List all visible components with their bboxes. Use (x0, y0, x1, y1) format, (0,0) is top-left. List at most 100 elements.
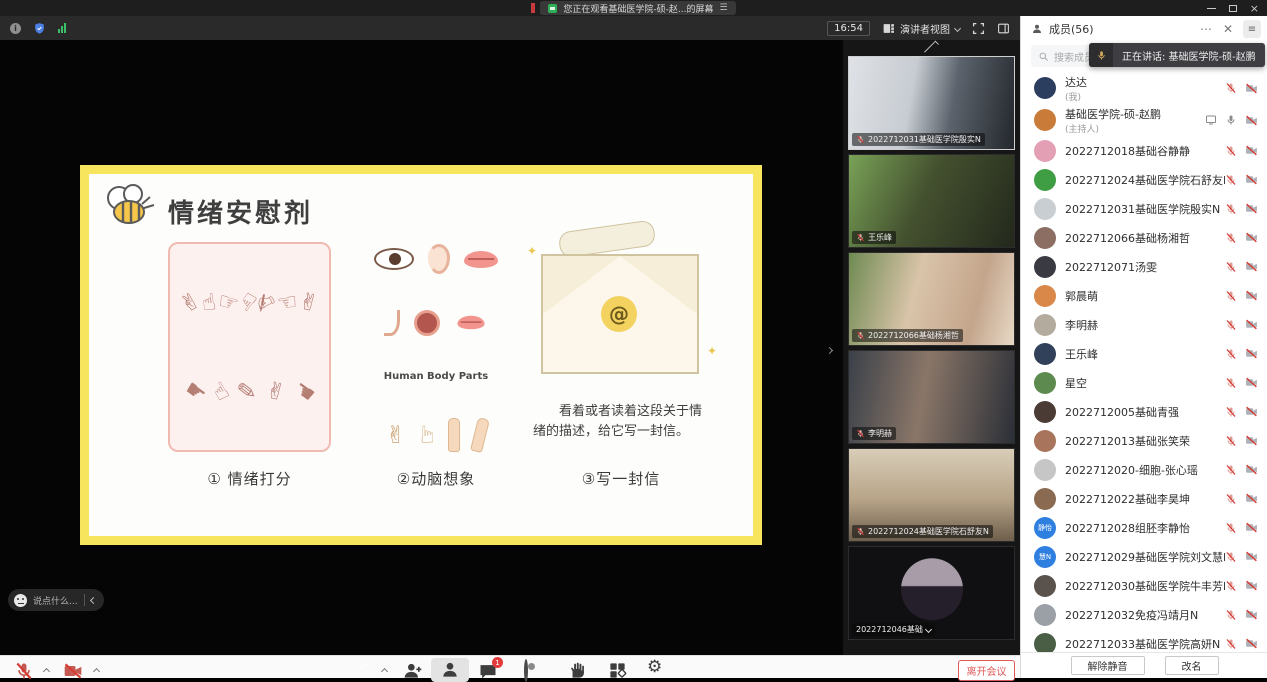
quick-chat-pill[interactable]: 说点什么... (8, 589, 104, 611)
member-row[interactable]: 星空 (1021, 368, 1267, 397)
view-mode-label: 演讲者视图 (900, 21, 950, 36)
member-row[interactable]: 2022712033基础医学院高妍N (1021, 629, 1267, 652)
video-thumbnail[interactable]: 李明赫 (848, 350, 1015, 444)
slide-title: 情绪安慰剂 (168, 193, 313, 230)
camera-off-icon (1245, 82, 1258, 95)
settings-gear-icon[interactable]: ⚙ (647, 657, 662, 677)
info-icon[interactable]: i (10, 23, 21, 34)
video-thumbnail[interactable]: 2022712046基础 (848, 546, 1015, 640)
mic-muted-icon (1225, 638, 1237, 650)
member-name: 2022712028组胚李静怡 (1065, 520, 1190, 536)
sparkle-icon: ✦ (707, 344, 717, 358)
member-row[interactable]: 2022712066基础杨湘哲 (1021, 223, 1267, 252)
member-row[interactable]: 2022712018基础谷静静 (1021, 136, 1267, 165)
members-panel-header: 成员(56) ⋯ ✕ ≡ (1021, 16, 1267, 42)
recording-indicator (531, 3, 535, 13)
video-thumbnail[interactable]: 2022712024基础医学院石舒友N (848, 448, 1015, 542)
mic-muted-icon (1225, 82, 1237, 94)
mic-options-chevron[interactable] (43, 668, 50, 675)
record-button[interactable] (524, 659, 528, 682)
invite-button[interactable] (403, 661, 423, 681)
screen-watch-banner[interactable]: 您正在观看基础医学院-硕-赵...的屏幕 ☰ (540, 1, 735, 15)
avatar (1034, 140, 1056, 162)
maximize-button[interactable] (1229, 5, 1237, 12)
member-row[interactable]: 静怡 2022712028组胚李静怡 (1021, 513, 1267, 542)
lips-illustration (464, 251, 498, 268)
fullscreen-icon[interactable] (972, 22, 985, 35)
member-row[interactable]: 2022712032免疫冯靖月N (1021, 600, 1267, 629)
side-panel-icon[interactable] (997, 22, 1010, 35)
video-thumbnail[interactable]: 王乐峰 (848, 154, 1015, 248)
speaking-mic-icon (1089, 43, 1113, 67)
speaking-tooltip-text: 正在讲话: 基础医学院-硕-赵鹏 (1113, 48, 1265, 63)
member-row[interactable]: 2022712071汤雯 (1021, 252, 1267, 281)
share-options-chevron[interactable] (381, 668, 388, 675)
participant-name: 2022712046基础 (856, 624, 923, 635)
more-options-icon[interactable]: ⋯ (1200, 22, 1213, 36)
camera-off-icon (1245, 463, 1258, 476)
member-row[interactable]: 2022712022基础李昊坤 (1021, 484, 1267, 513)
raise-hand-button[interactable] (567, 661, 586, 680)
mic-muted-icon (1225, 203, 1237, 215)
chevron-left-icon[interactable] (90, 596, 97, 603)
mic-muted-icon (1225, 290, 1237, 302)
camera-options-chevron[interactable] (93, 668, 100, 675)
security-shield-icon[interactable] (33, 22, 46, 35)
member-row[interactable]: 达达 (我) (1021, 72, 1267, 104)
video-thumbnail[interactable]: 2022712031基础医学院殷实N (848, 56, 1015, 150)
shared-screen-area: 情绪安慰剂 ✌☝☞☟✍☜✌☛☝✎✌☚ ① 情绪打分 Human Body Par… (0, 40, 843, 655)
chevron-down-icon (925, 626, 932, 633)
members-button[interactable] (440, 660, 460, 680)
member-row[interactable]: 2022712030基础医学院牛丰芳N (1021, 571, 1267, 600)
minimize-button[interactable] (1207, 8, 1216, 9)
camera-off-icon (1245, 260, 1258, 273)
member-row[interactable]: 基础医学院-硕-赵鹏 (主持人) (1021, 104, 1267, 136)
member-row[interactable]: 2022712031基础医学院殷实N (1021, 194, 1267, 223)
close-button[interactable]: × (1250, 3, 1259, 14)
banner-menu-icon[interactable]: ☰ (720, 3, 728, 13)
participant-name: 2022712031基础医学院殷实N (868, 134, 981, 145)
avatar (1034, 169, 1056, 191)
body-parts-panel: Human Body Parts ✌ ☝ (351, 240, 521, 456)
scroll-up-chevron[interactable] (843, 40, 1020, 56)
collapse-strip-chevron[interactable] (826, 347, 833, 354)
avatar (1034, 633, 1056, 653)
emoji-icon[interactable] (14, 594, 27, 607)
participant-name: 李明赫 (868, 428, 892, 439)
member-name: 2022712030基础医学院牛丰芳N (1065, 578, 1225, 594)
member-row[interactable]: 2022712020-细胞-张心瑶 (1021, 455, 1267, 484)
member-row[interactable]: 慧N 2022712029基础医学院刘文慧N (1021, 542, 1267, 571)
body-parts-label: Human Body Parts (384, 371, 488, 382)
speaker-view-icon (882, 22, 895, 35)
chat-placeholder[interactable]: 说点什么... (33, 594, 78, 607)
mic-muted-icon (856, 331, 865, 340)
avatar (1034, 227, 1056, 249)
camera-off-icon (1245, 405, 1258, 418)
avatar (1034, 285, 1056, 307)
lips-illustration (457, 316, 484, 330)
toolbar-left-group: i (0, 22, 66, 35)
view-mode-selector[interactable]: 演讲者视图 (882, 21, 960, 36)
avatar (1034, 488, 1056, 510)
avatar (901, 558, 963, 620)
panel-menu-icon[interactable]: ≡ (1243, 20, 1261, 38)
member-row[interactable]: 2022712024基础医学院石舒友N (1021, 165, 1267, 194)
member-row[interactable]: 2022712013基础张笑荣 (1021, 426, 1267, 455)
mic-muted-icon (856, 233, 865, 242)
apps-button[interactable] (608, 661, 627, 680)
unmute-button[interactable]: 解除静音 (1071, 656, 1145, 675)
members-panel-footer: 解除静音 改名 (1021, 652, 1267, 678)
mute-button[interactable] (14, 661, 34, 681)
sparkle-icon: ✦ (527, 244, 537, 258)
close-panel-icon[interactable]: ✕ (1223, 22, 1233, 36)
member-name: 达达 (1065, 74, 1087, 90)
camera-button[interactable] (62, 661, 84, 681)
member-row[interactable]: 郭晨萌 (1021, 281, 1267, 310)
member-row[interactable]: 王乐峰 (1021, 339, 1267, 368)
member-row[interactable]: 李明赫 (1021, 310, 1267, 339)
network-signal-icon[interactable] (58, 23, 66, 33)
rename-button[interactable]: 改名 (1165, 656, 1219, 675)
video-thumbnail[interactable]: 2022712066基础杨湘哲 (848, 252, 1015, 346)
member-name: 2022712005基础青强 (1065, 404, 1179, 420)
member-row[interactable]: 2022712005基础青强 (1021, 397, 1267, 426)
